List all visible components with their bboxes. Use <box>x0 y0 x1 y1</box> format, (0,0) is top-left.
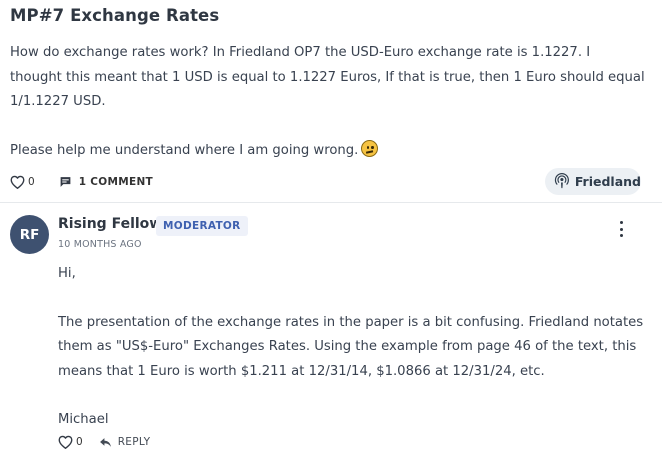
post-body-line: Please help me understand where I am goi… <box>10 139 660 164</box>
comment-body-line: means that 1 Euro is worth $1.211 at 12/… <box>58 363 545 379</box>
comment-body-line: them as "US$-Euro" Exchanges Rates. Usin… <box>58 339 637 354</box>
post-like-button[interactable]: 0 <box>10 175 35 189</box>
heart-icon <box>58 435 73 449</box>
post-body-text: Please help me understand where I am goi… <box>10 142 359 158</box>
podcast-icon <box>554 173 569 189</box>
reply-button[interactable]: REPLY <box>99 436 151 448</box>
comment-greeting: Hi, <box>58 266 76 281</box>
discussion-page: MP#7 Exchange Rates How do exchange rate… <box>0 0 662 465</box>
reply-label: REPLY <box>117 436 151 448</box>
reply-icon <box>99 437 111 447</box>
comment-body-line: The presentation of the exchange rates i… <box>58 314 644 330</box>
topic-label: Friedland <box>574 174 641 189</box>
comment-signature: Michael <box>58 412 109 427</box>
divider <box>0 202 662 203</box>
post-title: MP#7 Exchange Rates <box>10 6 220 25</box>
confused-face-icon <box>361 139 379 157</box>
like-count: 0 <box>28 176 35 188</box>
moderator-badge: MODERATOR <box>156 216 248 236</box>
heart-icon <box>10 175 25 189</box>
comments-button[interactable]: 1 COMMENT <box>59 176 153 188</box>
more-options-icon[interactable] <box>612 219 632 239</box>
comment-count: 1 COMMENT <box>78 176 154 188</box>
post-body-line: How do exchange rates work? In Friedland… <box>10 45 591 60</box>
like-count: 0 <box>76 436 83 448</box>
comment-actions: 0 REPLY <box>58 432 150 452</box>
post-body-line: thought this meant that 1 USD is equal t… <box>10 69 645 85</box>
comment-body: Hi, The presentation of the exchange rat… <box>58 262 658 433</box>
post-body-line: 1/1.1227 USD. <box>10 94 106 109</box>
topic-chip[interactable]: Friedland <box>545 168 641 195</box>
comment-icon <box>60 177 71 187</box>
post-body: How do exchange rates work? In Friedland… <box>10 41 660 163</box>
comment-like-button[interactable]: 0 <box>58 435 83 449</box>
comment-timestamp: 10 MONTHS AGO <box>58 239 142 250</box>
post-actions: 0 1 COMMENT <box>10 172 153 192</box>
comment-author[interactable]: Rising Fellow <box>58 216 162 232</box>
avatar[interactable]: RF <box>10 215 49 254</box>
